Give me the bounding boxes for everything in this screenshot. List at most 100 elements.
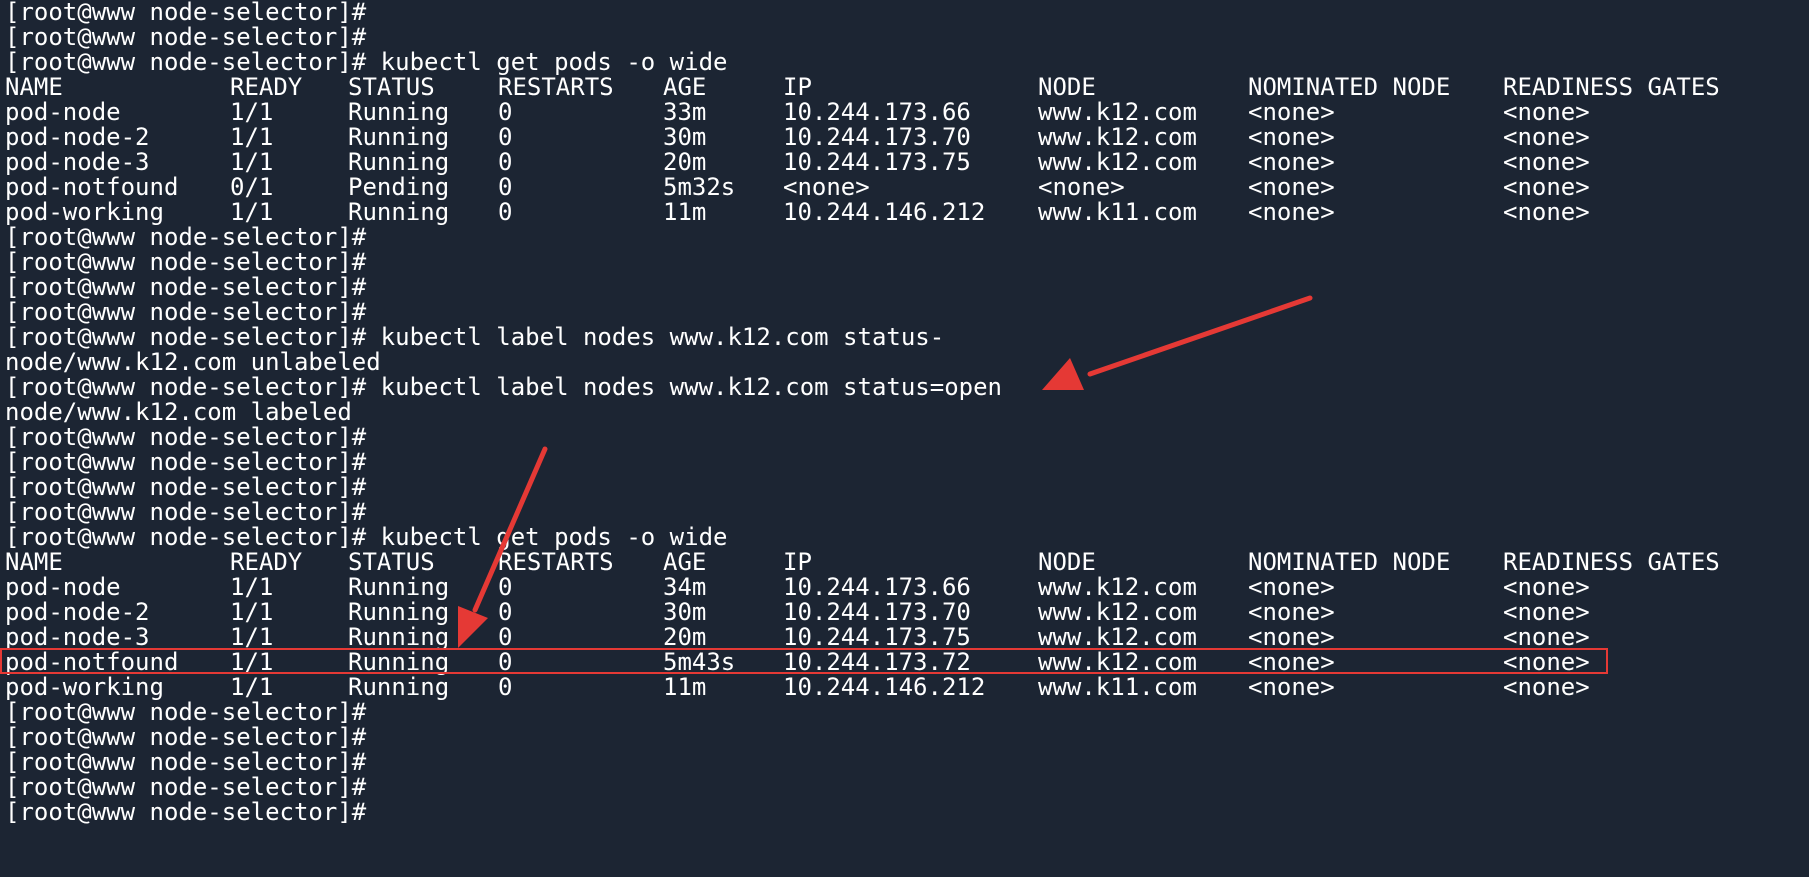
column-header-node: NODE [1038,73,1096,101]
cell-restarts: 0 [498,573,513,601]
cell-readiness-gates: <none> [1503,598,1590,626]
cell-ready: 1/1 [230,598,274,626]
cell-status: Running [348,98,450,126]
table-row: pod-node-2 1/1 Running 0 30m 10.244.173.… [5,125,1809,150]
column-header-restarts: RESTARTS [498,73,614,101]
table-row: pod-node-3 1/1 Running 0 20m 10.244.173.… [5,625,1809,650]
column-header-nominated-node: NOMINATED NODE [1248,73,1451,101]
cell-name: pod-notfound [5,648,179,676]
cell-restarts: 0 [498,98,513,126]
cell-nominated-node: <none> [1248,623,1335,651]
table-header: NAME READY STATUS RESTARTS AGE IP NODE N… [5,75,1809,100]
cell-nominated-node: <none> [1248,198,1335,226]
cell-age: 34m [663,573,707,601]
column-header-nominated-node: NOMINATED NODE [1248,548,1451,576]
table-row: pod-working 1/1 Running 0 11m 10.244.146… [5,200,1809,225]
cell-readiness-gates: <none> [1503,673,1590,701]
terminal-window[interactable]: [root@www node-selector]# [root@www node… [0,0,1809,877]
table-row-highlighted: pod-notfound 1/1 Running 0 5m43s 10.244.… [5,650,1809,675]
cell-ip: 10.244.173.70 [783,598,971,626]
cell-restarts: 0 [498,648,513,676]
cell-node: <none> [1038,173,1125,201]
cell-ip: 10.244.173.70 [783,123,971,151]
cell-nominated-node: <none> [1248,173,1335,201]
cell-nominated-node: <none> [1248,598,1335,626]
cell-ready: 1/1 [230,198,274,226]
cell-restarts: 0 [498,673,513,701]
terminal-line: [root@www node-selector]# kubectl label … [5,375,1002,400]
cell-node: www.k11.com [1038,198,1197,226]
table-row: pod-node-3 1/1 Running 0 20m 10.244.173.… [5,150,1809,175]
terminal-line: node/www.k12.com unlabeled [5,350,381,375]
cell-status: Running [348,648,450,676]
cell-name: pod-node-3 [5,623,150,651]
column-header-node: NODE [1038,548,1096,576]
cell-status: Running [348,573,450,601]
cell-ip: <none> [783,173,870,201]
column-header-readiness-gates: READINESS GATES [1503,73,1720,101]
terminal-line: [root@www node-selector]# [5,275,367,300]
cell-status: Pending [348,173,450,201]
cell-nominated-node: <none> [1248,123,1335,151]
cell-nominated-node: <none> [1248,648,1335,676]
cell-age: 30m [663,123,707,151]
terminal-line: [root@www node-selector]# [5,225,367,250]
cell-status: Running [348,148,450,176]
cell-ready: 1/1 [230,623,274,651]
cell-name: pod-node [5,98,121,126]
cell-nominated-node: <none> [1248,673,1335,701]
cell-nominated-node: <none> [1248,98,1335,126]
cell-status: Running [348,598,450,626]
cell-readiness-gates: <none> [1503,648,1590,676]
cell-ready: 1/1 [230,648,274,676]
column-header-age: AGE [663,73,707,101]
terminal-line: [root@www node-selector]# [5,425,367,450]
cell-age: 11m [663,198,707,226]
cell-nominated-node: <none> [1248,148,1335,176]
cell-name: pod-notfound [5,173,179,201]
terminal-line: [root@www node-selector]# [5,450,367,475]
terminal-line: [root@www node-selector]# [5,725,367,750]
cell-node: www.k12.com [1038,98,1197,126]
cell-age: 5m32s [663,173,736,201]
column-header-restarts: RESTARTS [498,548,614,576]
column-header-ready: READY [230,73,303,101]
terminal-line: [root@www node-selector]# kubectl label … [5,325,945,350]
terminal-line: [root@www node-selector]# [5,475,367,500]
terminal-line: [root@www node-selector]# [5,500,367,525]
cell-node: www.k12.com [1038,623,1197,651]
cell-ip: 10.244.146.212 [783,198,986,226]
cell-ready: 1/1 [230,98,274,126]
cell-readiness-gates: <none> [1503,173,1590,201]
cell-node: www.k12.com [1038,573,1197,601]
cell-status: Running [348,123,450,151]
column-header-name: NAME [5,548,63,576]
terminal-line: [root@www node-selector]# [5,775,367,800]
table-row: pod-node-2 1/1 Running 0 30m 10.244.173.… [5,600,1809,625]
column-header-status: STATUS [348,73,435,101]
cell-node: www.k12.com [1038,648,1197,676]
column-header-ready: READY [230,548,303,576]
cell-restarts: 0 [498,623,513,651]
cell-restarts: 0 [498,123,513,151]
cell-node: www.k12.com [1038,148,1197,176]
terminal-line: [root@www node-selector]# [5,700,367,725]
table-row: pod-notfound 0/1 Pending 0 5m32s <none> … [5,175,1809,200]
table-row: pod-node 1/1 Running 0 33m 10.244.173.66… [5,100,1809,125]
terminal-line: [root@www node-selector]# [5,300,367,325]
cell-ready: 1/1 [230,573,274,601]
column-header-readiness-gates: READINESS GATES [1503,548,1720,576]
table-header: NAME READY STATUS RESTARTS AGE IP NODE N… [5,550,1809,575]
cell-readiness-gates: <none> [1503,123,1590,151]
cell-readiness-gates: <none> [1503,148,1590,176]
column-header-age: AGE [663,548,707,576]
cell-name: pod-working [5,673,164,701]
table-row: pod-node 1/1 Running 0 34m 10.244.173.66… [5,575,1809,600]
cell-restarts: 0 [498,148,513,176]
cell-readiness-gates: <none> [1503,623,1590,651]
cell-ready: 0/1 [230,173,274,201]
terminal-line: node/www.k12.com labeled [5,400,352,425]
cell-status: Running [348,673,450,701]
cell-node: www.k12.com [1038,598,1197,626]
terminal-line: [root@www node-selector]# [5,750,367,775]
